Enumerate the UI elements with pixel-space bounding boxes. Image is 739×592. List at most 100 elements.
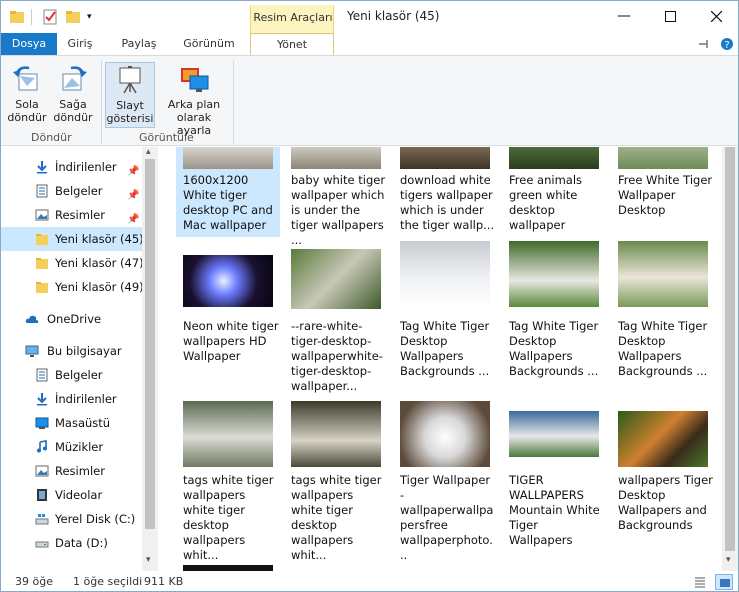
window-title: Yeni klasör (45) <box>347 9 440 23</box>
nav-item-videos[interactable]: Videolar <box>1 483 142 507</box>
help-icon[interactable]: ? <box>720 37 734 51</box>
nav-item-documents[interactable]: Belgeler 📌 <box>1 179 142 203</box>
selection-count: 1 öğe seçildi <box>73 575 143 588</box>
properties-icon[interactable] <box>42 9 58 25</box>
music-icon <box>37 440 47 453</box>
nav-item-onedrive[interactable]: OneDrive <box>1 307 142 331</box>
tab-view[interactable]: Görünüm <box>173 33 245 55</box>
file-item[interactable] <box>176 563 280 571</box>
nav-label: İndirilenler <box>55 160 117 174</box>
file-name: --rare-white-tiger-desktop-wallpaperwhit… <box>291 319 383 393</box>
details-view-icon[interactable] <box>693 575 707 589</box>
scroll-up-icon[interactable]: ▴ <box>146 147 151 157</box>
file-item[interactable]: 1600x1200 White tiger desktop PC and Mac… <box>176 147 280 237</box>
scrollbar-thumb[interactable] <box>725 147 735 551</box>
file-item[interactable]: Tag White Tiger Desktop Wallpapers Backg… <box>611 239 715 378</box>
nav-item-pictures[interactable]: Resimler 📌 <box>1 203 142 227</box>
file-name: wallpapers Tiger Desktop Wallpapers and … <box>618 473 713 532</box>
nav-item-folder-49[interactable]: Yeni klasör (49) <box>1 275 142 299</box>
scrollbar-thumb[interactable] <box>145 159 155 529</box>
file-name: Neon white tiger wallpapers HD Wallpaper <box>183 319 279 363</box>
close-icon <box>710 10 722 22</box>
pictures-icon <box>35 465 49 477</box>
slideshow-button[interactable]: Slayt gösterisi <box>105 62 155 128</box>
file-name: Tiger Wallpaper - wallpaperwallpapersfre… <box>400 473 494 562</box>
file-item[interactable]: wallpapers Tiger Desktop Wallpapers and … <box>611 399 715 539</box>
item-count: 39 öğe <box>15 575 53 588</box>
file-item[interactable]: Neon white tiger wallpapers HD Wallpaper <box>176 239 280 369</box>
selection-size: 911 KB <box>144 575 184 588</box>
rotate-left-label: Sola döndür <box>7 98 47 124</box>
folder-icon <box>10 11 24 23</box>
thumbnail-image <box>509 411 599 457</box>
minimize-button[interactable]: — <box>601 1 647 31</box>
maximize-button[interactable] <box>647 1 693 31</box>
nav-item-folder-47[interactable]: Yeni klasör (47) <box>1 251 142 275</box>
nav-item-folder-45[interactable]: Yeni klasör (45) <box>1 227 142 251</box>
navigation-scrollbar[interactable]: ▴ ▾ <box>142 147 158 571</box>
tab-share[interactable]: Paylaş <box>113 33 165 55</box>
ribbon-tabs: Dosya Giriş Paylaş Görünüm Yönet ? <box>1 33 738 55</box>
nav-label: Yeni klasör (47) <box>55 256 142 270</box>
windows-drive-icon <box>35 514 49 525</box>
scroll-down-icon[interactable]: ▾ <box>726 555 731 565</box>
nav-item-local-disk[interactable]: Yerel Disk (C:) <box>1 507 142 531</box>
nav-item-data-disk[interactable]: Data (D:) <box>1 531 142 555</box>
file-item[interactable]: --rare-white-tiger-desktop-wallpaperwhit… <box>284 239 388 393</box>
ribbon-panel: Sola döndür Sağa döndür Döndür Slayt gös… <box>1 55 738 146</box>
document-icon <box>36 368 48 382</box>
slideshow-icon <box>119 66 141 94</box>
file-item[interactable]: TIGER WALLPAPERS Mountain White Tiger Wa… <box>502 399 606 547</box>
new-folder-icon[interactable] <box>65 9 81 25</box>
thumbnail-image <box>509 147 599 169</box>
nav-label: Belgeler <box>55 368 103 382</box>
folder-icon <box>36 282 48 293</box>
nav-label: İndirilenler <box>55 392 117 406</box>
scroll-down-icon[interactable]: ▾ <box>146 555 151 565</box>
file-name: TIGER WALLPAPERS Mountain White Tiger Wa… <box>509 473 600 547</box>
collapse-ribbon-icon[interactable] <box>698 39 712 49</box>
tab-manage[interactable]: Yönet <box>250 33 334 55</box>
nav-label: Masaüstü <box>55 416 111 430</box>
nav-item-pc-pictures[interactable]: Resimler <box>1 459 142 483</box>
tab-home[interactable]: Giriş <box>58 33 102 55</box>
nav-label: Belgeler <box>55 184 103 198</box>
large-icons-view-icon[interactable] <box>715 574 733 590</box>
nav-item-music[interactable]: Müzikler <box>1 435 142 459</box>
nav-item-pc-downloads[interactable]: İndirilenler <box>1 387 142 411</box>
video-icon <box>37 489 47 501</box>
nav-item-desktop[interactable]: Masaüstü <box>1 411 142 435</box>
file-item[interactable]: baby white tiger wallpaper which is unde… <box>284 147 388 247</box>
file-item[interactable]: tags white tiger wallpapers white tiger … <box>176 399 280 562</box>
minimize-icon: — <box>617 8 631 24</box>
nav-item-downloads[interactable]: İndirilenler 📌 <box>1 155 142 179</box>
close-button[interactable] <box>693 1 738 31</box>
customize-quick-access-icon[interactable]: ▾ <box>87 12 92 28</box>
file-name: baby white tiger wallpaper which is unde… <box>291 173 386 247</box>
file-item[interactable]: Tag White Tiger Desktop Wallpapers Backg… <box>502 239 606 378</box>
document-icon <box>36 184 48 198</box>
file-list-scrollbar[interactable]: ▾ <box>722 147 738 571</box>
rotate-right-button[interactable]: Sağa döndür <box>53 62 93 128</box>
nav-item-pc-documents[interactable]: Belgeler <box>1 363 142 387</box>
file-item[interactable]: download white tigers wallpaper which is… <box>393 147 497 241</box>
file-item[interactable]: Free White Tiger Wallpaper Desktop <box>611 147 715 241</box>
thumbnail-image <box>183 147 273 169</box>
set-background-button[interactable]: Arka plan olarak ayarla <box>161 62 227 137</box>
file-name: Tag White Tiger Desktop Wallpapers Backg… <box>618 319 708 378</box>
nav-item-this-pc[interactable]: Bu bilgisayar <box>1 339 142 363</box>
thumbnail-image <box>618 411 708 467</box>
file-name: tags white tiger wallpapers white tiger … <box>291 473 382 562</box>
file-item[interactable]: tags white tiger wallpapers white tiger … <box>284 399 388 562</box>
tab-file[interactable]: Dosya <box>1 33 57 55</box>
desktop-icon <box>35 417 49 429</box>
file-item[interactable]: Free animals green white desktop wallpap… <box>502 147 606 241</box>
file-name: Tag White Tiger Desktop Wallpapers Backg… <box>509 319 599 378</box>
file-item[interactable]: Tag White Tiger Desktop Wallpapers Backg… <box>393 239 497 378</box>
thumbnail-image <box>183 255 273 307</box>
nav-label: Resimler <box>55 208 105 222</box>
rotate-left-button[interactable]: Sola döndür <box>7 62 47 128</box>
folder-icon <box>36 234 48 245</box>
thumbnail-image <box>400 147 490 169</box>
file-item[interactable]: Tiger Wallpaper - wallpaperwallpapersfre… <box>393 399 497 562</box>
